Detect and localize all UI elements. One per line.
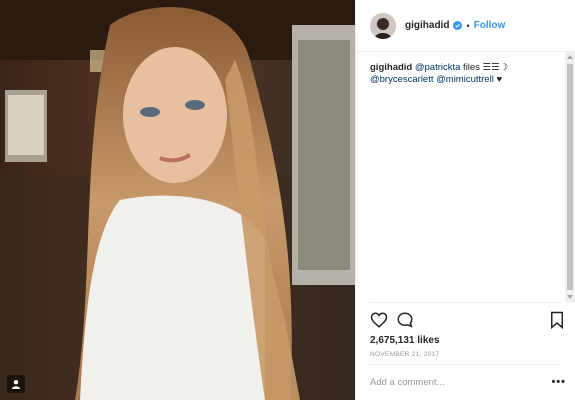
post-date[interactable]: NOVEMBER 21, 2017 [370,351,439,358]
bookmark-icon[interactable] [548,311,566,329]
follow-button[interactable]: Follow [474,20,506,31]
divider [370,364,561,365]
comment-box: ••• [370,376,566,388]
post-caption: gigihadid @patrickta files ☰☰☽ @brycesca… [370,62,566,86]
comment-input[interactable] [370,376,520,388]
heart-icon[interactable] [370,311,388,329]
likes-count[interactable]: 2,675,131 likes [370,335,440,346]
caption-text: ♥ [493,74,503,85]
scroll-down-arrow[interactable] [567,295,573,299]
separator-dot: • [466,20,470,31]
caption-mention[interactable]: @patrickta [415,62,461,73]
comments-scrollbar[interactable] [565,52,575,302]
divider [370,302,561,303]
post-side-panel: gigihadid • Follow gigihadid @patrickta … [355,0,575,400]
caption-text: files ☰☰☽ [460,62,509,73]
post-header: gigihadid • Follow [356,0,575,52]
comment-icon[interactable] [396,311,414,329]
user-tag-icon[interactable] [7,375,25,393]
caption-mention[interactable]: @brycescarlett [370,74,434,85]
portrait-image [0,0,355,400]
caption-mention[interactable]: @mimicuttrell [436,74,494,85]
more-options-icon[interactable]: ••• [551,376,566,388]
post-photo[interactable] [0,0,355,400]
post-actions [370,311,566,331]
caption-author[interactable]: gigihadid [370,62,412,73]
avatar[interactable] [370,12,396,39]
scroll-up-arrow[interactable] [567,55,573,59]
scrollbar-thumb[interactable] [567,64,573,290]
username-link[interactable]: gigihadid [405,20,449,31]
verified-badge-icon [453,21,463,30]
